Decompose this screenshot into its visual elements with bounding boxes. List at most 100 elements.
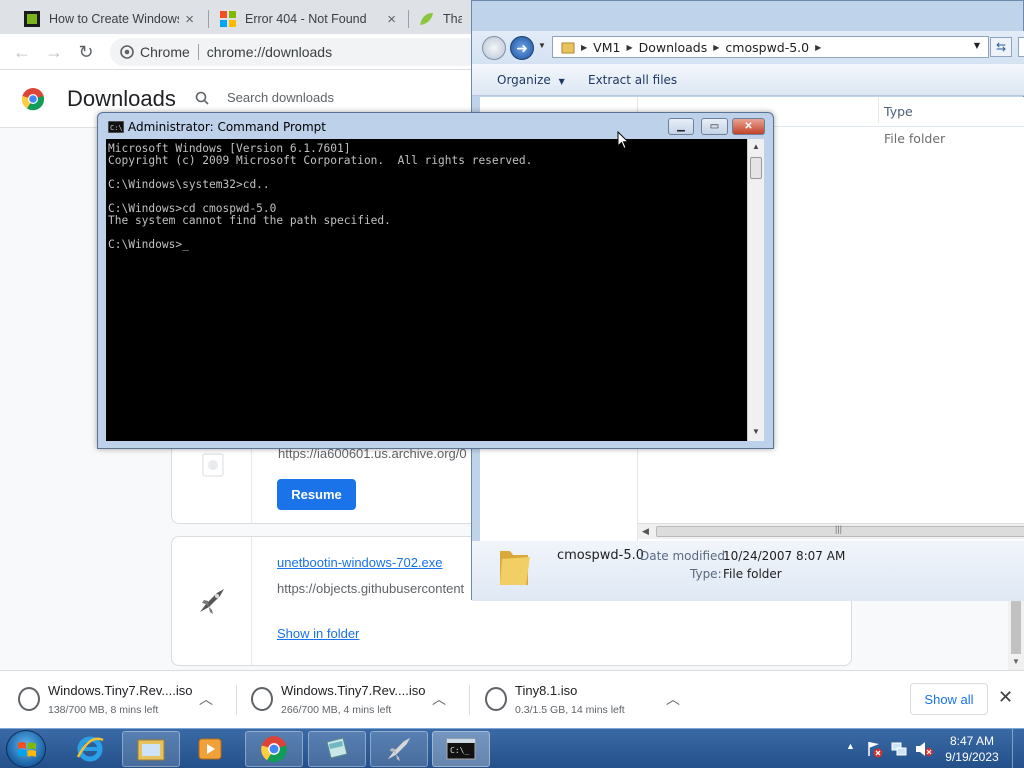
close-icon[interactable]: ✕ (998, 687, 1013, 708)
scroll-left-arrow-icon[interactable]: ◀ (642, 526, 649, 537)
recent-pages-dropdown-icon[interactable]: ▼ (538, 41, 546, 50)
search-downloads-input[interactable]: Search downloads (195, 90, 334, 105)
show-in-folder-link[interactable]: Show in folder (277, 626, 359, 641)
disk-utility-icon (326, 737, 348, 759)
date-modified-label: Date modified: (640, 549, 730, 563)
volume-muted-icon[interactable] (914, 740, 934, 758)
unetbootin-app-icon (387, 737, 411, 762)
action-center-flag-icon[interactable] (866, 740, 884, 758)
tab-thank[interactable]: Thank (408, 4, 472, 34)
folder-icon (500, 551, 530, 585)
svg-text:C:\: C:\ (110, 124, 123, 132)
scrollbar-thumb[interactable] (750, 157, 762, 179)
folder-icon (561, 42, 575, 54)
cmd-app-icon: C:\ (108, 121, 124, 133)
breadcrumb-vm1[interactable]: VM1 (593, 40, 620, 55)
address-dropdown-icon[interactable]: ▼ (974, 41, 980, 50)
download-shelf: Windows.Tiny7.Rev....iso 138/700 MB, 8 m… (0, 670, 1024, 728)
leaf-favicon-icon (420, 13, 433, 25)
forward-arrow-icon[interactable]: ➜ (510, 36, 534, 60)
folder-icon (137, 739, 165, 761)
chevron-up-icon[interactable]: ︿ (666, 689, 680, 709)
refresh-icon[interactable]: ⇆ (990, 37, 1012, 57)
date-modified-value: 10/24/2007 8:07 AM (723, 549, 846, 563)
tab-close-icon[interactable]: × (185, 11, 194, 28)
tab-error-404[interactable]: Error 404 - Not Found × (210, 4, 406, 34)
tab-how-to-create-windows[interactable]: How to Create Windows × (14, 4, 204, 34)
cmd-vertical-scrollbar[interactable]: ▲ ▼ (747, 139, 764, 441)
chevron-up-icon[interactable]: ︿ (432, 689, 446, 709)
page-scrollbar[interactable]: ▼ (1008, 598, 1024, 670)
breadcrumb-arrow-icon[interactable]: ▶ (581, 43, 587, 52)
command-prompt-taskbar-button[interactable]: C:\_ (432, 731, 490, 767)
forward-arrow-icon[interactable]: → (42, 40, 66, 64)
tab-title: Thank (443, 12, 462, 26)
chrome-taskbar-button[interactable] (245, 731, 303, 767)
omnibox-chip: Chrome (140, 44, 190, 60)
svg-text:C:\_: C:\_ (450, 746, 469, 755)
show-hidden-icons-icon[interactable]: ▲ (846, 741, 855, 751)
breadcrumb-arrow-icon[interactable]: ▶ (713, 43, 719, 52)
app-taskbar-button[interactable] (308, 731, 366, 767)
network-icon[interactable] (890, 740, 908, 758)
breadcrumb-cmospwd[interactable]: cmospwd-5.0 (725, 40, 809, 55)
horizontal-scrollbar[interactable]: ◀ ||| (638, 523, 1024, 539)
chevron-up-icon[interactable]: ︿ (199, 689, 213, 709)
maximize-button[interactable]: ▭ (701, 118, 728, 135)
media-player-icon (198, 738, 222, 760)
shelf-item-status: 138/700 MB, 8 mins left (48, 704, 159, 716)
details-file-name: cmospwd-5.0 (557, 548, 645, 563)
console-line: Copyright (c) 2009 Microsoft Corporation… (108, 154, 533, 167)
chrome-page-icon (120, 45, 134, 59)
file-icon (202, 453, 224, 477)
console-line: C:\Windows\system32>cd.. (108, 178, 270, 191)
extract-all-files-button[interactable]: Extract all files (588, 73, 677, 87)
breadcrumb-downloads[interactable]: Downloads (639, 40, 708, 55)
download-url[interactable]: https://objects.githubusercontent (277, 581, 472, 596)
console-prompt-line[interactable]: C:\Windows>_ (108, 239, 745, 251)
file-explorer-taskbar-button[interactable] (122, 731, 180, 767)
shelf-download-item[interactable]: Windows.Tiny7.Rev....iso 266/700 MB, 4 m… (233, 679, 458, 721)
scroll-down-arrow-icon[interactable]: ▼ (752, 427, 760, 436)
unetbootin-app-icon (199, 589, 224, 614)
organize-menu[interactable]: Organize ▼ (497, 73, 565, 87)
shelf-item-name: Windows.Tiny7.Rev....iso (48, 683, 193, 698)
start-button[interactable] (6, 730, 46, 768)
show-desktop-button[interactable] (1012, 729, 1024, 768)
back-arrow-icon[interactable]: ← (10, 40, 34, 64)
tab-title: Error 404 - Not Found (245, 12, 367, 26)
scroll-up-arrow-icon[interactable]: ▲ (752, 142, 760, 151)
close-button[interactable]: ✕ (732, 118, 765, 135)
system-clock[interactable]: 8:47 AM 9/19/2023 (940, 733, 1004, 765)
type-column-header[interactable]: Type (884, 104, 913, 119)
minimize-button[interactable]: ▁ (668, 118, 694, 135)
breadcrumb-arrow-icon[interactable]: ▶ (626, 43, 632, 52)
resume-button[interactable]: Resume (277, 479, 356, 510)
show-all-button[interactable]: Show all (910, 683, 988, 715)
download-filename-link[interactable]: unetbootin-windows-702.exe (277, 555, 443, 570)
search-icon (195, 91, 209, 105)
tab-close-icon[interactable]: × (387, 11, 396, 28)
breadcrumb-arrow-icon[interactable]: ▶ (815, 43, 821, 52)
omnibox[interactable]: Chrome chrome://downloads (110, 38, 480, 66)
file-type-cell[interactable]: File folder (884, 131, 945, 146)
search-box[interactable] (1018, 37, 1024, 57)
scrollbar-thumb[interactable] (1011, 598, 1021, 654)
shelf-download-item[interactable]: Tiny8.1.iso 0.3/1.5 GB, 14 mins left ︿ (467, 679, 692, 721)
media-player-taskbar-button[interactable] (184, 731, 236, 767)
cmd-title-bar[interactable]: C:\ Administrator: Command Prompt ▁ ▭ ✕ (98, 113, 773, 139)
explorer-address-input[interactable]: ▶ VM1 ▶ Downloads ▶ cmospwd-5.0 ▶ ▼ (552, 36, 989, 58)
internet-explorer-taskbar-button[interactable] (64, 731, 116, 767)
back-button[interactable] (482, 36, 506, 60)
scroll-down-arrow-icon[interactable]: ▼ (1012, 657, 1020, 666)
console-output[interactable]: Microsoft Windows [Version 6.1.7601] Cop… (106, 139, 747, 441)
internet-explorer-icon (76, 736, 104, 762)
scrollbar-thumb[interactable]: ||| (656, 524, 1024, 537)
unetbootin-taskbar-button[interactable] (370, 731, 428, 767)
details-pane: cmospwd-5.0 Date modified: 10/24/2007 8:… (472, 541, 1024, 601)
reload-icon[interactable]: ↻ (74, 40, 98, 64)
type-label: Type: (690, 567, 722, 581)
window-title: Administrator: Command Prompt (128, 120, 326, 134)
shelf-download-item[interactable]: Windows.Tiny7.Rev....iso 138/700 MB, 8 m… (0, 679, 225, 721)
organize-label: Organize (497, 73, 551, 87)
